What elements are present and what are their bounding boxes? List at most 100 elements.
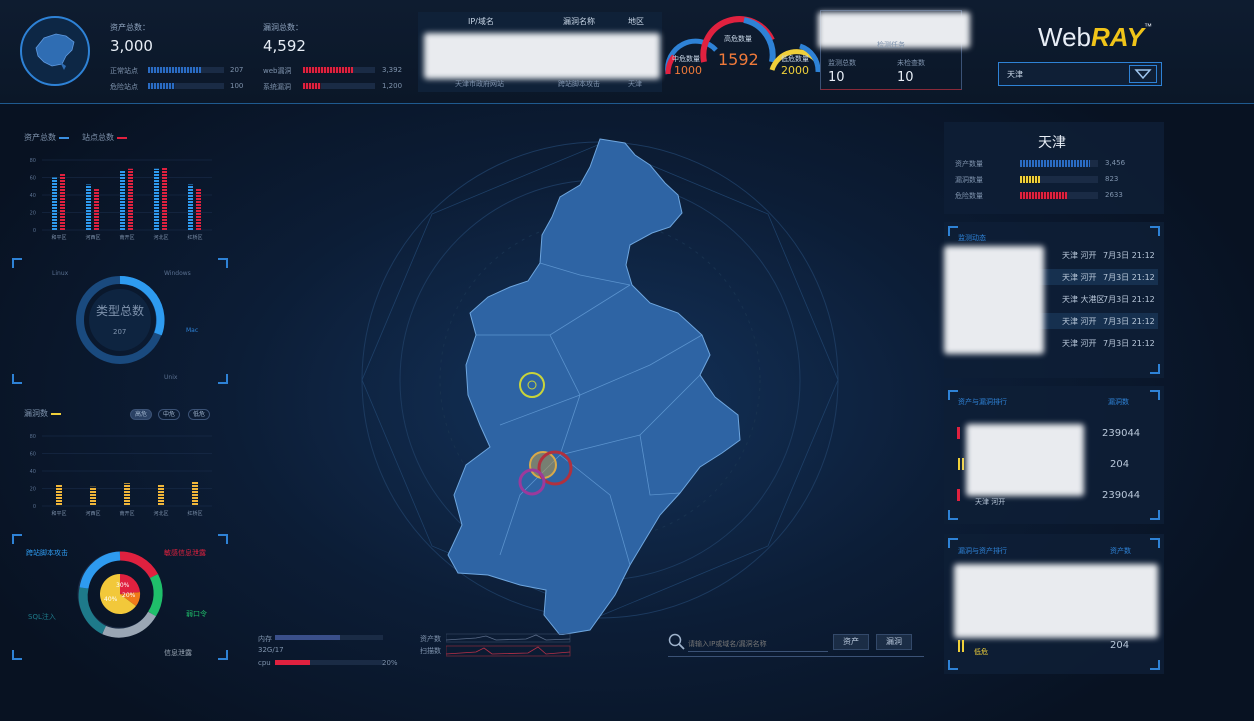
normal-sites-label: 正常站点 xyxy=(110,67,138,75)
vuln-rank-value[interactable]: 204 xyxy=(1110,640,1129,651)
x-tick-label: 南开区 xyxy=(119,234,134,241)
y-tick-label: 80 xyxy=(30,158,36,164)
city-stat-value: 3,456 xyxy=(1105,159,1126,167)
bar-asset[interactable] xyxy=(188,184,193,231)
vuln-type-pie xyxy=(77,551,163,638)
frame-corner xyxy=(12,534,22,544)
region-select-value: 天津 xyxy=(1007,70,1023,79)
bar-asset[interactable] xyxy=(52,177,57,231)
frame-corner xyxy=(1150,660,1160,670)
china-map-badge[interactable] xyxy=(20,16,90,86)
pie-label-xss: 跨站脚本攻击 xyxy=(26,549,68,557)
monitor-title: 检测任务 xyxy=(877,41,905,49)
legend-site-label: 站点总数 xyxy=(82,133,114,142)
monitor-value-1: 10 xyxy=(828,70,845,85)
frame-corner xyxy=(948,510,958,520)
x-tick-label: 河西区 xyxy=(85,234,100,241)
monitor-label-1: 监测总数 xyxy=(828,59,856,67)
logo-text: Web xyxy=(1038,22,1091,52)
bar-vuln[interactable] xyxy=(56,484,62,506)
bar-asset[interactable] xyxy=(154,168,159,230)
ranking-value-3[interactable]: 239044 xyxy=(1102,490,1140,501)
donut-value: 207 xyxy=(113,328,127,336)
chevron-down-icon[interactable] xyxy=(1129,65,1157,83)
web-vuln-label: web漏洞 xyxy=(263,67,292,75)
alert-time: 7月3日 21:12 xyxy=(1103,273,1155,282)
bar-vuln[interactable] xyxy=(124,483,130,506)
filter-low[interactable]: 低危 xyxy=(188,409,210,420)
y-tick-label: 20 xyxy=(30,211,36,217)
ranking-value-2[interactable]: 204 xyxy=(1110,459,1129,470)
bar-site[interactable] xyxy=(162,167,167,230)
alert-time: 7月3日 21:12 xyxy=(1103,317,1155,326)
y-tick-label: 0 xyxy=(33,504,36,510)
legend-asset-label: 资产总数 xyxy=(24,133,56,142)
frame-corner xyxy=(948,538,958,548)
rank-marker-1 xyxy=(957,427,960,439)
bar-site[interactable] xyxy=(94,188,99,230)
monitor-label-2: 未检查数 xyxy=(897,59,925,67)
redacted-table-rows xyxy=(424,33,660,79)
cpu-bar xyxy=(275,660,383,665)
alert-area: 天津 河开 xyxy=(1062,273,1097,282)
search-icon[interactable] xyxy=(668,633,686,651)
bar-site[interactable] xyxy=(60,173,65,230)
frame-corner xyxy=(12,258,22,268)
bar-site[interactable] xyxy=(128,168,133,230)
tianjin-map[interactable] xyxy=(440,135,750,635)
frame-corner xyxy=(948,390,958,400)
abnormal-sites-value: 100 xyxy=(230,82,244,90)
table-row-area[interactable]: 天津 xyxy=(628,79,642,89)
webray-logo: WebRAY™ xyxy=(1038,22,1152,53)
filter-mid[interactable]: 中危 xyxy=(158,409,180,420)
search-asset-button[interactable]: 资产 xyxy=(833,634,869,650)
search-vuln-button[interactable]: 漏洞 xyxy=(876,634,912,650)
x-tick-label: 红桥区 xyxy=(187,234,202,241)
legend-site: 站点总数 xyxy=(82,132,127,143)
bar-site[interactable] xyxy=(196,188,201,230)
frame-corner xyxy=(1150,226,1160,236)
ring-segment-red xyxy=(119,551,158,579)
table-row-vuln[interactable]: 跨站脚本攻击 xyxy=(558,79,600,89)
donut-label-windows: Windows xyxy=(164,270,191,277)
donut-title: 类型总数 xyxy=(96,304,145,318)
frame-corner xyxy=(12,374,22,384)
normal-sites-bar xyxy=(148,67,224,73)
frame-corner xyxy=(948,660,958,670)
bar-vuln[interactable] xyxy=(90,486,96,506)
china-map-icon xyxy=(35,33,75,70)
abnormal-sites-bar xyxy=(148,83,224,89)
x-tick-label: 和平区 xyxy=(51,234,66,241)
alert-time: 7月3日 21:12 xyxy=(1103,339,1155,348)
bar-vuln[interactable] xyxy=(158,485,164,506)
city-stat-bar xyxy=(1020,192,1098,199)
frame-corner xyxy=(1150,364,1160,374)
pie-value-1: 30% xyxy=(116,582,130,589)
bar-asset[interactable] xyxy=(86,184,91,231)
y-tick-label: 60 xyxy=(30,176,36,182)
region-select[interactable]: 天津 xyxy=(998,62,1162,86)
alert-area: 天津 大港区 xyxy=(1062,295,1105,304)
search-input[interactable] xyxy=(688,636,828,652)
web-vuln-bar xyxy=(303,67,375,73)
city-stat-label: 危险数量 xyxy=(955,192,983,200)
ring-segment-green xyxy=(148,573,163,617)
y-tick-label: 40 xyxy=(30,193,36,199)
alert-area: 天津 河开 xyxy=(1062,317,1097,326)
y-tick-label: 0 xyxy=(33,228,36,234)
bar-asset[interactable] xyxy=(120,170,125,231)
ranking-title: 资产与漏洞排行 xyxy=(958,398,1007,406)
vuln-bar-chart: 80 60 40 20 0 和平区 河西区 南开区 河北区 红桥区 xyxy=(30,434,212,517)
table-row-ip[interactable]: 天津市政府网站 xyxy=(455,79,504,89)
city-stat-bar xyxy=(1020,176,1098,183)
pie-label-info: 信息泄露 xyxy=(164,649,192,657)
logo-accent: RAY xyxy=(1091,22,1144,52)
scan-sparkline xyxy=(446,633,571,657)
frame-corner xyxy=(218,258,228,268)
filter-high[interactable]: 高危 xyxy=(130,409,152,420)
ranking-value-1[interactable]: 239044 xyxy=(1102,428,1140,439)
web-vuln-value: 3,392 xyxy=(382,66,403,74)
memory-label: 内存 xyxy=(258,635,272,643)
bar-vuln[interactable] xyxy=(192,481,198,507)
x-tick-label: 河北区 xyxy=(153,510,168,517)
